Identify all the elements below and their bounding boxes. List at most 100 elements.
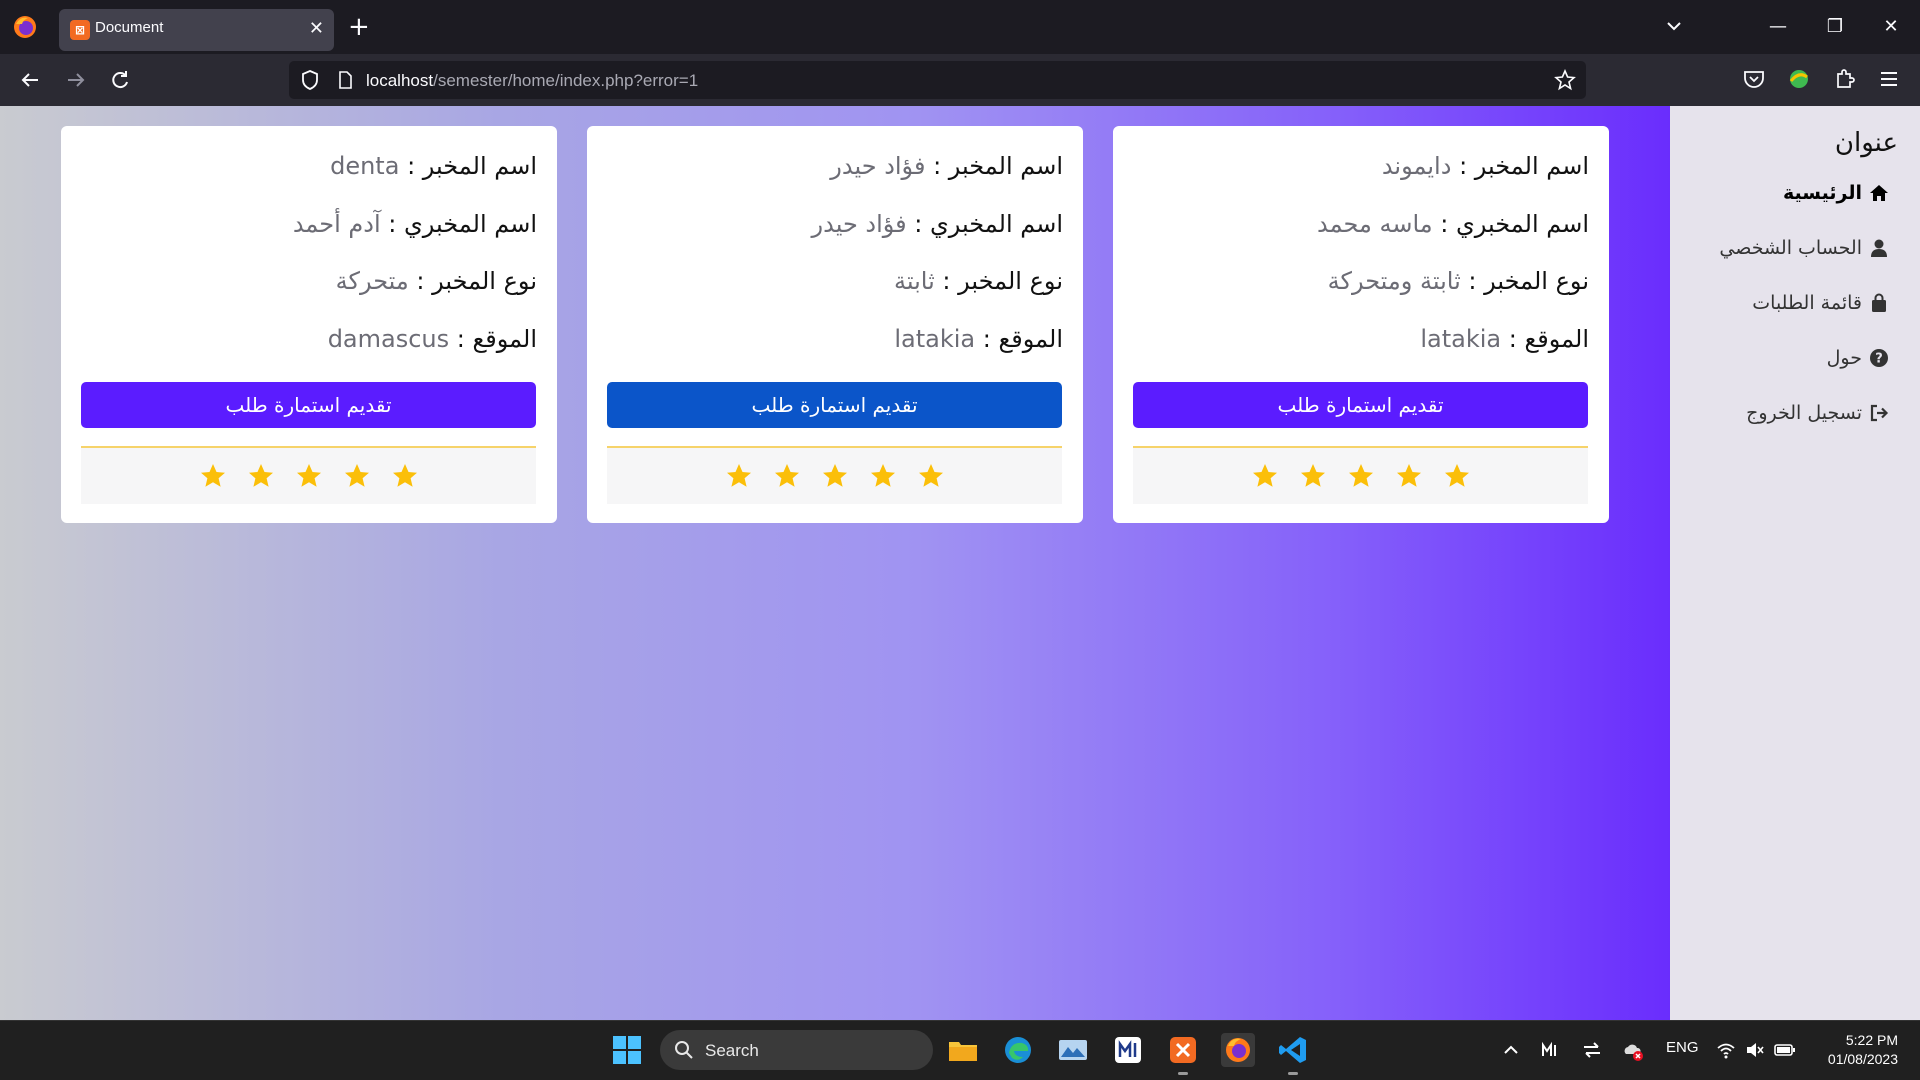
star-icon[interactable] [821, 462, 849, 490]
clock-date: 01/08/2023 [1827, 1051, 1898, 1067]
minimize-button[interactable]: — [1763, 12, 1793, 42]
taskbar: Search ENG 5:22 PM 01/08/2023 [0, 1020, 1920, 1080]
search-icon [675, 1041, 693, 1059]
sidebar-item-profile[interactable]: الحساب الشخصي [1719, 237, 1890, 259]
location-value: damascus [327, 325, 450, 353]
network-transfer-icon[interactable] [1582, 1040, 1602, 1060]
star-icon[interactable] [917, 462, 945, 490]
lab-type-row: نوع المخبر : ثابتة [894, 267, 1063, 295]
language-indicator[interactable]: ENG [1666, 1039, 1699, 1056]
submit-request-button[interactable]: تقديم استمارة طلب [607, 382, 1062, 428]
star-icon[interactable] [1251, 462, 1279, 490]
technician-row: اسم المخبري : آدم أحمد [293, 210, 537, 238]
search-label: Search [705, 1041, 759, 1060]
list-all-tabs-icon[interactable] [1663, 15, 1685, 37]
file-explorer-icon[interactable] [946, 1033, 980, 1067]
sidebar-item-label: قائمة الطلبات [1752, 292, 1862, 314]
xampp-icon: ⊠ [70, 20, 90, 40]
star-icon[interactable] [773, 462, 801, 490]
location-value: latakia [894, 325, 976, 353]
firefox-icon[interactable] [12, 14, 38, 40]
pocket-icon[interactable] [1741, 66, 1767, 92]
lab-name-value: دايموند [1381, 152, 1452, 180]
sidebar: عنوان الرئيسية الحساب الشخصي قائمة الطلب… [1670, 106, 1920, 1020]
forward-arrow-icon[interactable] [62, 66, 90, 94]
star-icon[interactable] [1395, 462, 1423, 490]
home-icon [1870, 185, 1888, 201]
battery-icon[interactable] [1774, 1040, 1796, 1060]
memory-app-icon[interactable] [1111, 1033, 1145, 1067]
location-value: latakia [1420, 325, 1502, 353]
technician-value: ماسه محمد [1317, 210, 1433, 238]
location-row: الموقع : damascus [328, 325, 537, 353]
star-icon[interactable] [1347, 462, 1375, 490]
new-tab-button[interactable]: + [348, 12, 370, 42]
star-icon[interactable] [247, 462, 275, 490]
submit-request-button[interactable]: تقديم استمارة طلب [81, 382, 536, 428]
lab-type-value: ثابتة [894, 267, 935, 295]
star-icon[interactable] [391, 462, 419, 490]
volume-muted-icon[interactable] [1745, 1040, 1765, 1060]
close-window-button[interactable]: ✕ [1876, 12, 1906, 42]
lab-name-label: اسم المخبر : [933, 152, 1063, 180]
lab-type-label: نوع المخبر : [1468, 267, 1589, 295]
chevron-up-icon[interactable] [1502, 1041, 1520, 1059]
clock-time: 5:22 PM [1845, 1032, 1898, 1048]
page-info-icon[interactable] [335, 70, 355, 90]
question-icon: ? [1870, 349, 1888, 367]
star-icon[interactable] [1299, 462, 1327, 490]
technician-row: اسم المخبري : ماسه محمد [1317, 210, 1589, 238]
lab-name-value: فؤاد حيدر [830, 152, 926, 180]
lab-type-value: متحركة [335, 267, 409, 295]
taskbar-search[interactable]: Search [660, 1030, 933, 1070]
technician-value: فؤاد حيدر [811, 210, 907, 238]
page-content: اسم المخبر : دايموند اسم المخبري : ماسه … [0, 106, 1920, 1020]
memory-tray-icon[interactable] [1540, 1041, 1560, 1059]
submit-request-button[interactable]: تقديم استمارة طلب [1133, 382, 1588, 428]
tab-close-icon[interactable]: ✕ [309, 17, 324, 41]
sidebar-item-requests[interactable]: قائمة الطلبات [1752, 292, 1890, 314]
vscode-icon[interactable] [1276, 1033, 1310, 1075]
wifi-icon[interactable] [1716, 1040, 1736, 1060]
bag-icon [1872, 293, 1886, 312]
tracking-shield-icon[interactable] [299, 69, 321, 91]
lab-type-label: نوع المخبر : [416, 267, 537, 295]
extensions-icon[interactable] [1832, 66, 1858, 92]
sidebar-item-about[interactable]: حول ? [1827, 347, 1890, 369]
star-icon[interactable] [199, 462, 227, 490]
user-icon [1871, 239, 1887, 257]
sidebar-item-label: حول [1826, 347, 1862, 369]
rating-stars [1133, 446, 1588, 504]
sidebar-item-logout[interactable]: تسجيل الخروج [1746, 402, 1890, 424]
browser-tab-document[interactable]: ⊠ Document ✕ [59, 9, 334, 51]
lab-name-row: اسم المخبر : دايموند [1382, 152, 1589, 180]
windows-start-icon[interactable] [612, 1035, 642, 1065]
bookmark-star-icon[interactable] [1554, 69, 1576, 91]
lab-type-row: نوع المخبر : متحركة [336, 267, 537, 295]
star-icon[interactable] [295, 462, 323, 490]
sidebar-item-home[interactable]: الرئيسية [1783, 182, 1890, 204]
menu-icon[interactable] [1876, 66, 1902, 92]
restore-button[interactable]: ❐ [1820, 12, 1850, 42]
photos-icon[interactable] [1056, 1033, 1090, 1067]
taskbar-clock[interactable]: 5:22 PM 01/08/2023 [1810, 1031, 1898, 1069]
xampp-taskbar-icon[interactable] [1166, 1033, 1200, 1075]
main-area: اسم المخبر : دايموند اسم المخبري : ماسه … [0, 106, 1670, 1020]
back-arrow-icon[interactable] [16, 66, 44, 94]
sidebar-item-label: الرئيسية [1783, 182, 1862, 204]
firefox-taskbar-icon[interactable] [1221, 1033, 1255, 1067]
star-icon[interactable] [725, 462, 753, 490]
cloud-error-icon[interactable] [1622, 1040, 1644, 1062]
url-text[interactable]: localhost/semester/home/index.php?error=… [366, 71, 698, 91]
star-icon[interactable] [1443, 462, 1471, 490]
svg-text:?: ? [1875, 352, 1883, 367]
star-icon[interactable] [343, 462, 371, 490]
edge-icon[interactable] [1001, 1033, 1035, 1067]
url-path: /semester/home/index.php?error=1 [433, 71, 699, 90]
lab-name-label: اسم المخبر : [1459, 152, 1589, 180]
reload-icon[interactable] [106, 66, 134, 94]
star-icon[interactable] [869, 462, 897, 490]
account-icon[interactable] [1786, 66, 1812, 92]
url-bar[interactable]: localhost/semester/home/index.php?error=… [289, 61, 1586, 99]
lab-type-label: نوع المخبر : [942, 267, 1063, 295]
